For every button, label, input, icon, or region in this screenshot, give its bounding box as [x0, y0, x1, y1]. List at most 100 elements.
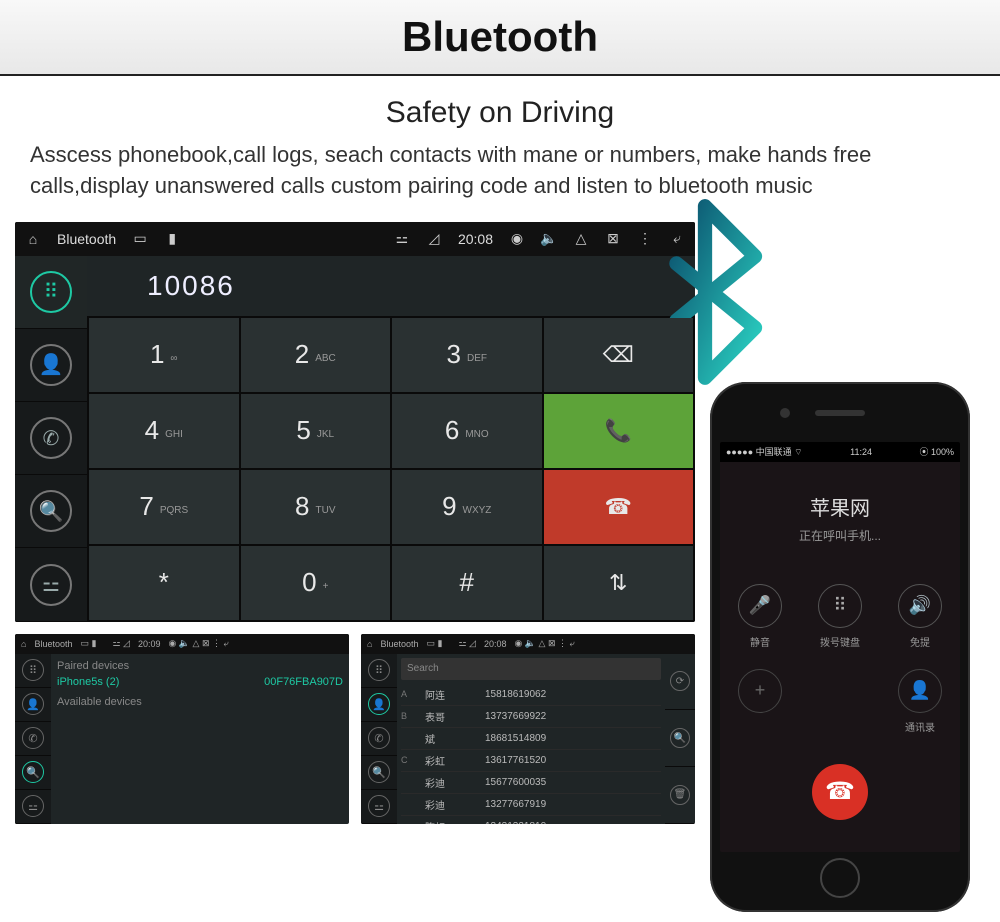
phone-endcall-button[interactable]: ☎ — [812, 764, 868, 820]
sync-button[interactable]: ⟳ — [665, 654, 695, 711]
dialed-number: 10086 — [87, 256, 695, 316]
sidebar-contacts[interactable]: 👤 — [15, 329, 87, 402]
key-8[interactable]: 8TUV — [241, 470, 391, 544]
key-2[interactable]: 2ABC — [241, 318, 391, 392]
key-3[interactable]: 3DEF — [392, 318, 542, 392]
small2-rightcol: ⟳ 🔍 🗑 — [665, 654, 695, 824]
phone-mute[interactable]: 🎤静音 — [738, 584, 782, 649]
sidebar-dialpad[interactable]: ⠿ — [15, 256, 87, 329]
sidebar-bt[interactable]: ⚍ — [15, 548, 87, 621]
s2-search[interactable]: 🔍 — [361, 756, 397, 790]
content-area: ⌂ Bluetooth ▭ ▮ ⚍ ◿ 20:08 ◉ 🔈 △ ⊠ ⋮ ⤶ ⠿ … — [15, 222, 985, 824]
dial-area: 10086 1∞ 2ABC 3DEF ⌫ 4GHI 5JKL 6MNO 📞 7P… — [87, 256, 695, 622]
key-7[interactable]: 7PQRS — [89, 470, 239, 544]
key-0[interactable]: 0+ — [241, 546, 391, 620]
key-1[interactable]: 1∞ — [89, 318, 239, 392]
mute-icon: 🎤 — [738, 584, 782, 628]
small2-topbar: ⌂ Bluetooth ▭ ▮ ⚍ ◿20:08◉ 🔈 △ ⊠ ⋮ ⤶ — [361, 634, 695, 654]
small1-content: Paired devices iPhone5s (2)00F76FBA907D … — [51, 654, 349, 824]
phone-addcall[interactable]: + — [738, 669, 782, 734]
contact-row[interactable]: A阿连15818619062 — [401, 684, 661, 706]
camera-icon[interactable]: ◉ — [509, 231, 525, 247]
key-endcall[interactable]: ☎ — [544, 470, 694, 544]
phone-call-status: 正在呼叫手机... — [720, 527, 960, 544]
call-icon: 📞 — [605, 418, 632, 444]
s2-bt[interactable]: ⚍ — [361, 790, 397, 824]
phone-keypad[interactable]: ⠿拨号键盘 — [818, 584, 862, 649]
contact-row[interactable]: C彩虹13617761520 — [401, 750, 661, 772]
person-icon: 👤 — [30, 344, 72, 386]
small-contacts-screenshot: ⌂ Bluetooth ▭ ▮ ⚍ ◿20:08◉ 🔈 △ ⊠ ⋮ ⤶ ⠿ 👤 … — [361, 634, 695, 824]
s1-search[interactable]: 🔍 — [15, 756, 51, 790]
phone-home-button[interactable] — [820, 858, 860, 898]
dialer-screenshot: ⌂ Bluetooth ▭ ▮ ⚍ ◿ 20:08 ◉ 🔈 △ ⊠ ⋮ ⤶ ⠿ … — [15, 222, 695, 622]
sd-icon: ▮ — [164, 231, 180, 247]
key-backspace[interactable]: ⌫ — [544, 318, 694, 392]
small1-topbar: ⌂ Bluetooth ▭ ▮ ⚍ ◿20:09◉ 🔈 △ ⊠ ⋮ ⤶ — [15, 634, 349, 654]
key-6[interactable]: 6MNO — [392, 394, 542, 468]
description: Asscess phonebook,call logs, seach conta… — [30, 140, 970, 202]
key-hash[interactable]: # — [392, 546, 542, 620]
banner-bar: Bluetooth — [0, 0, 1000, 76]
phone-actions-row2: + 👤通讯录 — [720, 669, 960, 734]
key-star[interactable]: * — [89, 546, 239, 620]
signal-icon: ◿ — [426, 231, 442, 247]
key-transfer[interactable]: ⇅ — [544, 546, 694, 620]
phone-time: 11:24 — [850, 447, 872, 457]
available-header: Available devices — [57, 696, 343, 708]
contacts-search[interactable]: Search — [401, 658, 661, 680]
small1-sidebar: ⠿ 👤 ✆ 🔍 ⚍ — [15, 654, 51, 824]
phone-statusbar: ●●●●● 中国联通 ⌔ 11:24 ⦿ 100% — [720, 442, 960, 462]
key-4[interactable]: 4GHI — [89, 394, 239, 468]
transfer-icon: ⇅ — [609, 570, 627, 596]
home-icon: ⌂ — [21, 639, 26, 649]
contact-row[interactable]: B表哥13737669922 — [401, 706, 661, 728]
sidebar-search[interactable]: 🔍 — [15, 475, 87, 548]
close-icon[interactable]: ⊠ — [605, 231, 621, 247]
search-button[interactable]: 🔍 — [665, 710, 695, 767]
calllog-icon: ✆ — [30, 417, 72, 459]
small2-sidebar: ⠿ 👤 ✆ 🔍 ⚍ — [361, 654, 397, 824]
s1-contacts[interactable]: 👤 — [15, 688, 51, 722]
small-paired-screenshot: ⌂ Bluetooth ▭ ▮ ⚍ ◿20:09◉ 🔈 △ ⊠ ⋮ ⤶ ⠿ 👤 … — [15, 634, 349, 824]
topbar-title: Bluetooth — [57, 231, 116, 247]
topbar-time: 20:08 — [458, 231, 493, 247]
endcall-icon: ☎ — [605, 494, 632, 520]
contact-row[interactable]: 斌18681514809 — [401, 728, 661, 750]
bt-icon: ⚍ — [30, 564, 72, 606]
window-icon: ▭ — [132, 231, 148, 247]
phone-camera — [780, 408, 790, 418]
home-icon[interactable]: ⌂ — [25, 231, 41, 247]
speaker-icon: 🔊 — [898, 584, 942, 628]
contact-row[interactable]: 陈虹13431321810 — [401, 816, 661, 824]
small2-content: Search A阿连15818619062B表哥13737669922斌1868… — [397, 654, 665, 824]
phone-call-name: 苹果网 — [720, 492, 960, 521]
contact-row[interactable]: 彩迪13277667919 — [401, 794, 661, 816]
s2-calllog[interactable]: ✆ — [361, 722, 397, 756]
key-call[interactable]: 📞 — [544, 394, 694, 468]
phone-speaker-btn[interactable]: 🔊免提 — [898, 584, 942, 649]
key-9[interactable]: 9WXYZ — [392, 470, 542, 544]
volume-icon[interactable]: 🔈 — [541, 231, 557, 247]
key-5[interactable]: 5JKL — [241, 394, 391, 468]
phone-contacts[interactable]: 👤通讯录 — [898, 669, 942, 734]
s1-calllog[interactable]: ✆ — [15, 722, 51, 756]
phone-speaker — [815, 410, 865, 416]
contact-row[interactable]: 彩迪15677600035 — [401, 772, 661, 794]
s2-contacts[interactable]: 👤 — [361, 688, 397, 722]
eject-icon[interactable]: △ — [573, 231, 589, 247]
s1-bt[interactable]: ⚍ — [15, 790, 51, 824]
search-icon: 🔍 — [30, 490, 72, 532]
phone-screen: ●●●●● 中国联通 ⌔ 11:24 ⦿ 100% 苹果网 正在呼叫手机... … — [720, 442, 960, 852]
paired-header: Paired devices — [57, 660, 343, 672]
delete-button[interactable]: 🗑 — [665, 767, 695, 824]
plus-icon: + — [738, 669, 782, 713]
s2-dialpad[interactable]: ⠿ — [361, 654, 397, 688]
dialer-sidebar: ⠿ 👤 ✆ 🔍 ⚍ — [15, 256, 87, 622]
sidebar-calllog[interactable]: ✆ — [15, 402, 87, 475]
phone-carrier: ●●●●● 中国联通 ⌔ — [726, 445, 803, 458]
paired-device-row[interactable]: iPhone5s (2)00F76FBA907D — [57, 676, 343, 688]
bluetooth-icon: ⚍ — [394, 231, 410, 247]
s1-dialpad[interactable]: ⠿ — [15, 654, 51, 688]
dialpad-icon: ⠿ — [30, 271, 72, 313]
